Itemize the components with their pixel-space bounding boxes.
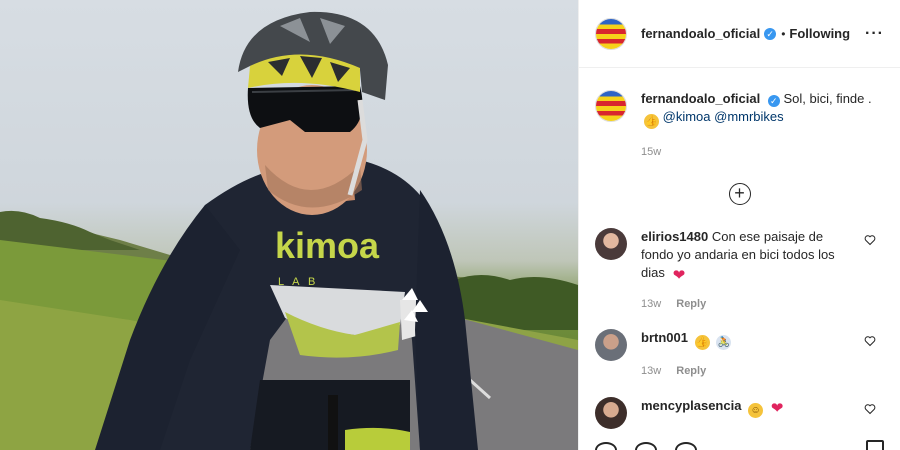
caption-text: Sol, bici, finde . (783, 91, 872, 106)
avatar-image (596, 18, 626, 49)
jersey-logo-text: kimoa (275, 225, 380, 266)
post-caption: fernandoalo_oficial ✓ Sol, bici, finde .… (579, 68, 900, 161)
thumbs-up-emoji-icon: 👍 (694, 335, 710, 350)
comment-time[interactable]: 13w (641, 365, 661, 377)
following-button[interactable]: Following (789, 26, 850, 41)
comment-meta: 13w Reply (641, 362, 851, 380)
red-heart-emoji-icon: ❤ (672, 267, 686, 284)
comment-icon[interactable] (635, 442, 657, 450)
load-more-comments-icon[interactable]: + (728, 183, 751, 205)
verified-badge-icon: ✓ (764, 27, 777, 40)
heart-outline-icon[interactable] (864, 234, 876, 246)
thumbs-up-emoji-icon: 👍 (644, 114, 659, 129)
comment-item: elirios1480 Con ese paisaje de fondo yo … (595, 228, 884, 313)
comment-body: mencyplasencia ☺ ❤ (641, 397, 851, 429)
comment-meta: 13w Reply (641, 295, 851, 313)
comment-username[interactable]: brtn001 (641, 330, 688, 345)
caption-time[interactable]: 15w (641, 143, 872, 161)
commenter-avatar[interactable] (595, 228, 627, 260)
share-icon[interactable] (675, 442, 697, 450)
heart-outline-icon[interactable] (864, 403, 876, 415)
comment-item: brtn001 👍 🚴 13w Reply (595, 329, 884, 380)
post-side-panel: fernandoalo_oficial ✓ • Following ··· fe… (578, 0, 900, 450)
separator-dot: • (781, 26, 786, 41)
comment-username[interactable]: elirios1480 (641, 229, 708, 244)
more-options-icon[interactable]: ··· (865, 25, 884, 43)
commenter-avatar[interactable] (595, 397, 627, 429)
comment-username[interactable]: mencyplasencia (641, 398, 741, 413)
reply-button[interactable]: Reply (676, 298, 706, 310)
comment-body: elirios1480 Con ese paisaje de fondo yo … (641, 228, 851, 313)
commenter-avatar[interactable] (595, 329, 627, 361)
post-header: fernandoalo_oficial ✓ • Following ··· (579, 0, 900, 68)
heart-outline-icon[interactable] (864, 335, 876, 347)
mention-kimoa[interactable]: @kimoa (663, 109, 711, 124)
mention-mmrbikes[interactable]: @mmrbikes (714, 109, 784, 124)
author-username[interactable]: fernandoalo_oficial (641, 26, 760, 41)
caption-body: fernandoalo_oficial ✓ Sol, bici, finde .… (641, 90, 872, 161)
post-actions-bar (595, 442, 697, 450)
avatar-image (596, 91, 626, 121)
red-heart-emoji-icon: ❤ (770, 400, 784, 417)
reply-button[interactable]: Reply (676, 365, 706, 377)
comment-item: mencyplasencia ☺ ❤ (595, 397, 884, 429)
save-bookmark-icon[interactable] (866, 440, 884, 450)
svg-text:L A B: L A B (278, 276, 318, 288)
caption-author-avatar[interactable] (595, 90, 627, 122)
cyclist-emoji-icon: 🚴 (716, 335, 732, 350)
like-icon[interactable] (595, 442, 617, 450)
instagram-post-view: kimoa L A B fernandoalo_oficial ✓ • Foll… (0, 0, 900, 450)
comment-time[interactable]: 13w (641, 298, 661, 310)
caption-username[interactable]: fernandoalo_oficial (641, 91, 760, 106)
smiling-emoji-icon: ☺ (748, 403, 764, 418)
comment-body: brtn001 👍 🚴 13w Reply (641, 329, 851, 380)
cyclist-illustration: kimoa L A B (0, 11, 578, 450)
author-avatar[interactable] (595, 17, 627, 50)
post-photo[interactable]: kimoa L A B (0, 0, 578, 450)
verified-badge-icon: ✓ (767, 95, 780, 107)
